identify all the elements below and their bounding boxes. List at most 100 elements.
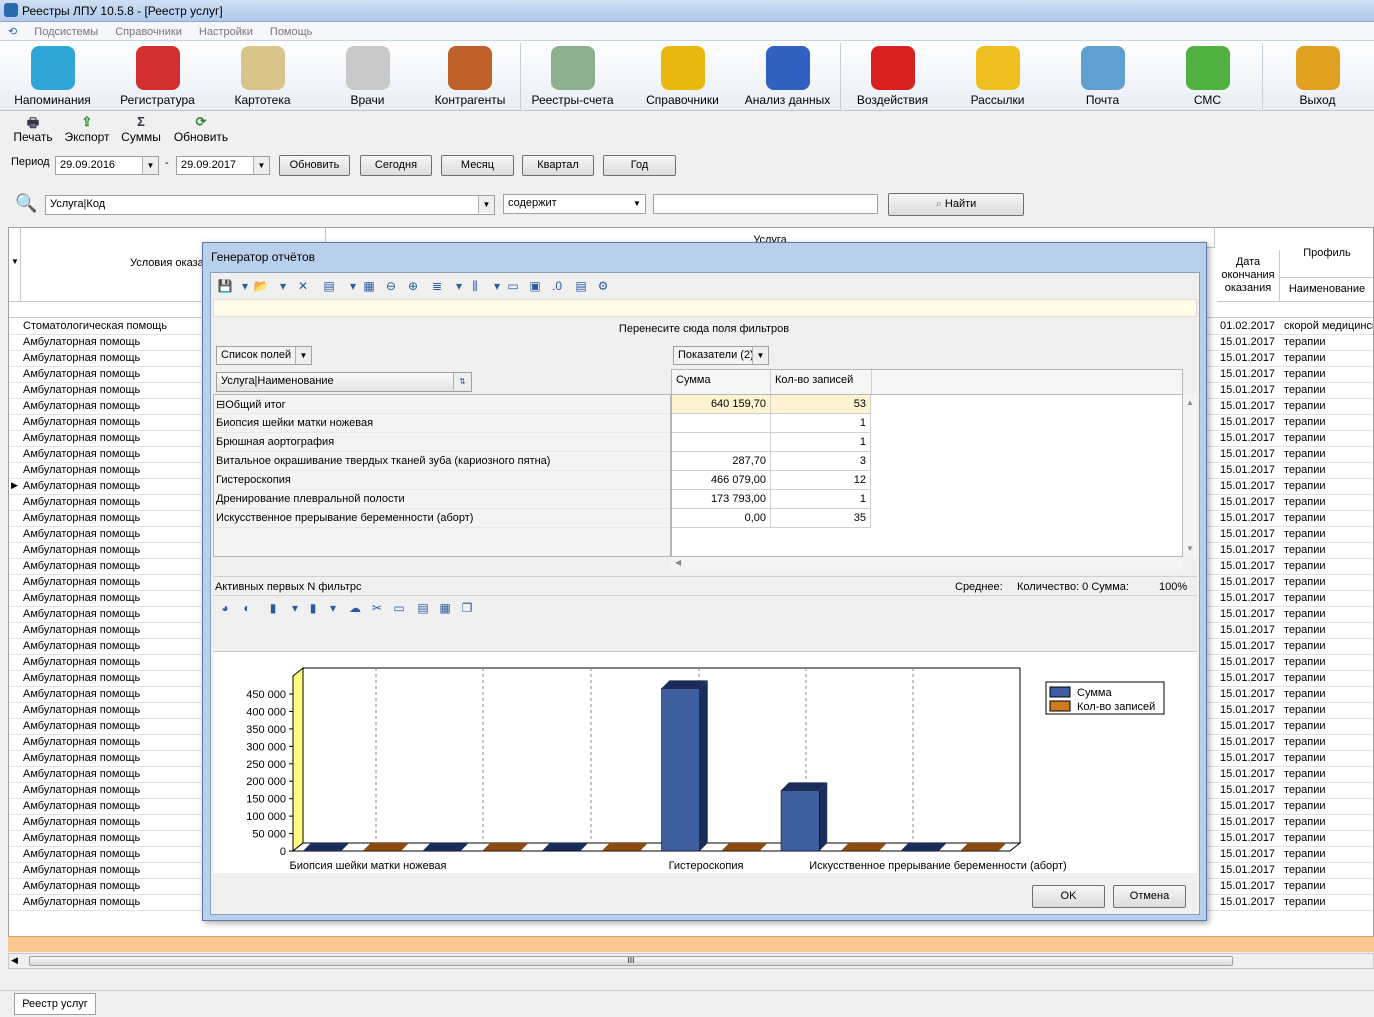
pivot-cell-count[interactable]: 12	[771, 471, 871, 490]
pivot-cell-count[interactable]: 1	[771, 414, 871, 433]
dropdown-icon[interactable]: ▾	[325, 600, 341, 616]
period-from-field[interactable]: 29.09.2016 ▼	[55, 156, 159, 175]
search-value-input[interactable]	[653, 194, 878, 214]
ribbon-button-people[interactable]: Контрагенты	[420, 41, 520, 111]
columns-icon[interactable]: ⫼	[467, 278, 483, 294]
pivot-cell-count[interactable]: 53	[771, 395, 871, 414]
column-header-end-date[interactable]: Дата окончания оказания	[1217, 250, 1280, 302]
chevron-down-icon[interactable]: ▼	[629, 195, 645, 212]
pivot-cell-count[interactable]: 35	[771, 509, 871, 528]
today-button[interactable]: Сегодня	[360, 155, 432, 176]
pivot-row-label[interactable]: Брюшная аортография	[214, 433, 670, 452]
column-header-count[interactable]: Кол-во записей	[775, 374, 853, 386]
horizontal-scrollbar[interactable]: ◀ III	[8, 953, 1374, 969]
fields-list-button[interactable]: Список полей ▼	[216, 346, 312, 365]
decimal-icon[interactable]: .0	[549, 278, 565, 294]
filter-icon[interactable]: ⇅	[453, 373, 471, 390]
save-icon[interactable]: 💾	[217, 278, 233, 294]
pivot-row-label[interactable]: Гистероскопия	[214, 471, 670, 490]
pivot-cell-sum[interactable]	[672, 433, 771, 452]
find-button[interactable]: ⌕ Найти	[888, 193, 1024, 216]
page-icon[interactable]: ▤	[573, 278, 589, 294]
scroll-thumb[interactable]: III	[29, 956, 1233, 966]
ribbon-button-envelope[interactable]: Рассылки	[945, 41, 1050, 111]
dropdown-icon[interactable]: ▾	[451, 278, 467, 294]
ribbon-button-book[interactable]: Справочники	[630, 41, 735, 111]
pivot-cell-count[interactable]: 1	[771, 490, 871, 509]
menu-item-references[interactable]: Справочники	[115, 26, 182, 38]
bar-chart-icon[interactable]: ▮	[265, 600, 281, 616]
indicators-button[interactable]: Показатели (2) ▼	[673, 346, 769, 365]
stacked-chart-icon[interactable]: ▮	[305, 600, 321, 616]
dropdown-icon[interactable]: ▾	[287, 600, 303, 616]
chevron-down-icon[interactable]: ▼	[295, 347, 311, 364]
copy-icon[interactable]: ❐	[459, 600, 475, 616]
pivot-row-label[interactable]: Дренирование плевральной полости	[214, 490, 670, 509]
expand-icon[interactable]: ⊕	[405, 278, 421, 294]
chart-wizard-icon[interactable]: ◕	[217, 600, 233, 616]
export-button[interactable]: ⇪ Экспорт	[63, 114, 111, 144]
menu-item-subsystems[interactable]: Подсистемы	[34, 26, 98, 38]
scroll-up-icon[interactable]: ▲	[1186, 398, 1194, 407]
ok-button[interactable]: OK	[1032, 885, 1105, 908]
collapse-icon[interactable]: ⊟	[216, 399, 225, 411]
pivot-grand-total-row[interactable]: ⊟Общий итог	[214, 395, 670, 414]
scroll-down-icon[interactable]: ▼	[1186, 544, 1194, 553]
settings-icon[interactable]: ⚙	[595, 278, 611, 294]
chevron-down-icon[interactable]: ▼	[11, 257, 19, 266]
filter-drop-zone[interactable]	[213, 299, 1197, 317]
delete-icon[interactable]: ✕	[295, 278, 311, 294]
pivot-row-label[interactable]: Витальное окрашивание твердых тканей зуб…	[214, 452, 670, 471]
grid-icon[interactable]: ▦	[361, 278, 377, 294]
pivot-horizontal-scrollbar[interactable]: ◀	[671, 557, 1183, 571]
column-header-profile[interactable]: Профиль	[1280, 228, 1373, 278]
pivot-cell-count[interactable]: 1	[771, 433, 871, 452]
menu-item-help[interactable]: Помощь	[270, 26, 313, 38]
pivot-cell-sum[interactable]: 466 079,00	[672, 471, 771, 490]
table-icon[interactable]: ▦	[437, 600, 453, 616]
scroll-left-icon[interactable]: ◀	[675, 558, 681, 567]
column-header-sum[interactable]: Сумма	[676, 374, 711, 386]
palette-icon[interactable]: ◐	[239, 600, 255, 616]
ribbon-button-doctor[interactable]: Врачи	[315, 41, 420, 111]
period-to-field[interactable]: 29.09.2017 ▼	[176, 156, 270, 175]
text-icon[interactable]: ▭	[505, 278, 521, 294]
ribbon-button-alarm-clock[interactable]: Напоминания	[0, 41, 105, 111]
menu-item-settings[interactable]: Настройки	[199, 26, 253, 38]
weather-icon[interactable]: ☁	[347, 600, 363, 616]
print-button[interactable]: 🖶 Печать	[12, 114, 54, 144]
pivot-cell-sum[interactable]: 0,00	[672, 509, 771, 528]
legend-icon[interactable]: ▤	[415, 600, 431, 616]
pivot-cell-sum[interactable]: 287,70	[672, 452, 771, 471]
quarter-button[interactable]: Квартал	[522, 155, 594, 176]
column-header-profile-name[interactable]: Наименование	[1280, 278, 1373, 302]
chevron-down-icon[interactable]: ▼	[478, 196, 494, 213]
dropdown-icon[interactable]: ▾	[237, 278, 253, 294]
update-button[interactable]: Обновить	[279, 155, 350, 176]
ribbon-button-card-file[interactable]: Картотека	[210, 41, 315, 111]
layout-icon[interactable]: ▤	[321, 278, 337, 294]
row-field-header[interactable]: Услуга|Наименование ⇅	[216, 372, 472, 392]
align-icon[interactable]: ≣	[429, 278, 445, 294]
sums-button[interactable]: Σ Суммы	[120, 114, 162, 144]
chevron-down-icon[interactable]: ▼	[752, 347, 768, 364]
tab-services-registry[interactable]: Реестр услуг	[14, 993, 96, 1015]
pivot-cell-sum[interactable]: 640 159,70	[672, 395, 771, 414]
search-field-select[interactable]: Услуга|Код ▼	[45, 195, 495, 215]
ribbon-button-sms[interactable]: СМС	[1155, 41, 1260, 111]
labels-icon[interactable]: ▭	[391, 600, 407, 616]
ribbon-button-mail[interactable]: Почта	[1050, 41, 1155, 111]
ribbon-button-sale-tag[interactable]: Воздействия	[840, 41, 945, 111]
ribbon-button-registry[interactable]: Реестры-счета	[520, 41, 625, 111]
menu-app-icon[interactable]: ⟲	[8, 25, 17, 38]
ribbon-button-cube[interactable]: Анализ данных	[735, 41, 840, 111]
dropdown-icon[interactable]: ▾	[275, 278, 291, 294]
ribbon-button-receptionist[interactable]: Регистратура	[105, 41, 210, 111]
dropdown-icon[interactable]: ▾	[489, 278, 505, 294]
ribbon-button-exit-door[interactable]: Выход	[1265, 41, 1370, 111]
search-operator-select[interactable]: содержит ▼	[503, 194, 646, 214]
cancel-button[interactable]: Отмена	[1113, 885, 1186, 908]
refresh-button[interactable]: ⟳ Обновить	[172, 114, 230, 144]
tools-icon[interactable]: ✂	[369, 600, 385, 616]
collapse-icon[interactable]: ⊖	[383, 278, 399, 294]
